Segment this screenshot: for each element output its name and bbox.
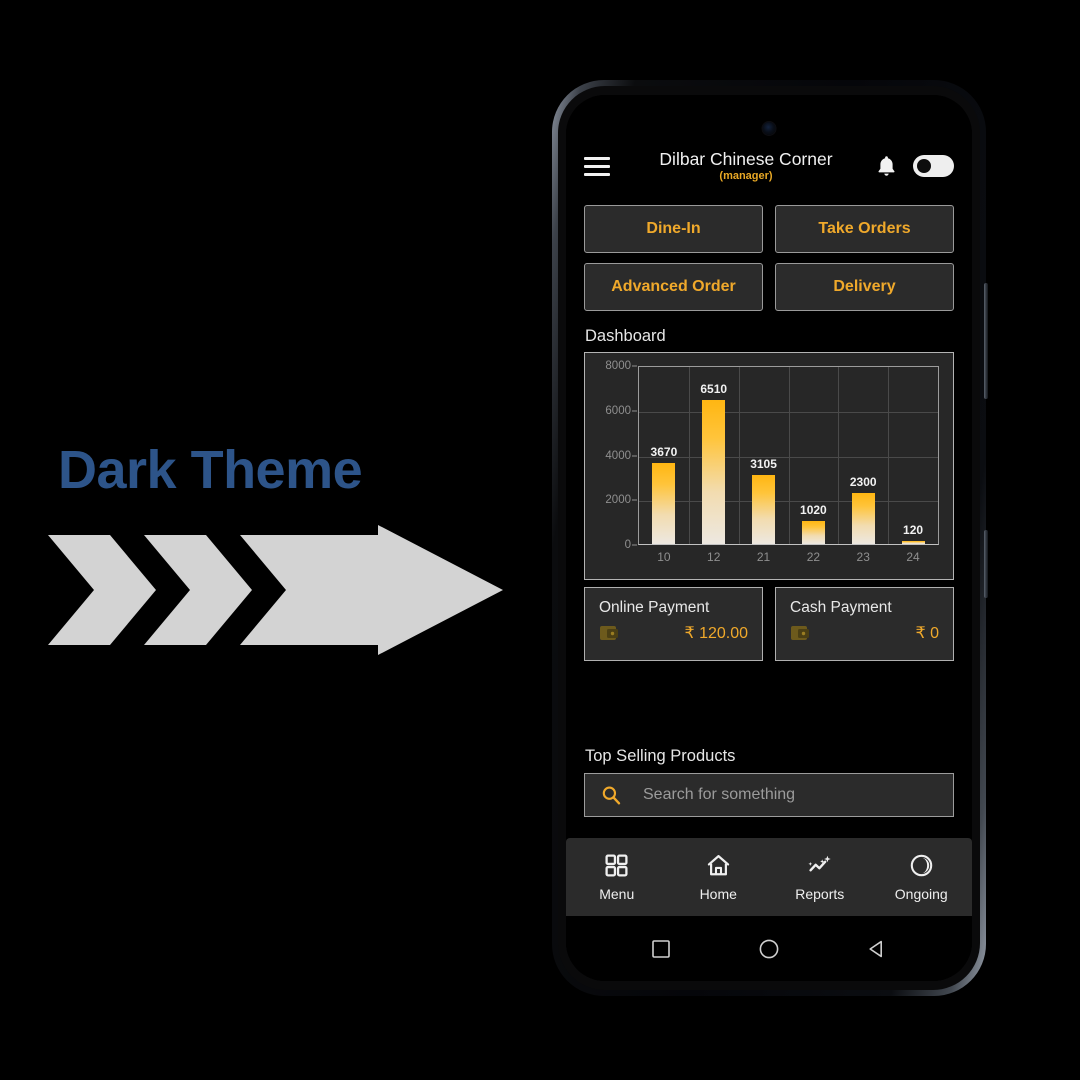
- cash-payment-title: Cash Payment: [790, 599, 892, 616]
- wallet-icon: [600, 625, 618, 640]
- header-title-block: Dilbar Chinese Corner (manager): [610, 148, 876, 183]
- chart-plot-area: 3670 10 6510 12 3105 21 1020 22 2300 23 120 24: [638, 366, 939, 564]
- home-icon: [707, 854, 729, 875]
- payment-summary-cards: Online Payment ₹ 120.00 Cash Payment ₹ 0: [584, 587, 954, 661]
- chart-bar-value-label: 6510: [700, 381, 728, 396]
- phone-screen: Dilbar Chinese Corner (manager) Dine-In …: [566, 95, 972, 981]
- chart-x-tick-label: 10: [657, 550, 671, 564]
- triangle-back-icon[interactable]: [867, 939, 887, 959]
- square-icon[interactable]: [651, 939, 671, 959]
- chart-bar-group: 3105 21: [739, 367, 789, 564]
- online-payment-title: Online Payment: [599, 599, 710, 616]
- nav-item-menu[interactable]: Menu: [566, 853, 668, 902]
- nav-item-reports[interactable]: Reports: [769, 853, 871, 902]
- power-button[interactable]: [984, 530, 988, 598]
- chart-y-tick: [632, 499, 637, 501]
- chart-bar-group: 1020 22: [788, 367, 838, 564]
- app-header: Dilbar Chinese Corner (manager): [566, 140, 972, 192]
- circle-icon[interactable]: [758, 938, 780, 960]
- nav-label-ongoing: Ongoing: [894, 885, 948, 902]
- chart-bar: [652, 462, 676, 544]
- chart-x-tick-label: 12: [707, 550, 721, 564]
- android-system-nav: [566, 916, 972, 981]
- wallet-icon: [791, 625, 809, 640]
- take-orders-button[interactable]: Take Orders: [775, 205, 954, 253]
- chart-y-tick: [632, 410, 637, 412]
- search-icon: [602, 786, 621, 805]
- page-title: Dilbar Chinese Corner: [659, 148, 833, 169]
- chart-bar: [801, 521, 825, 544]
- top-selling-section-label: Top Selling Products: [585, 747, 736, 765]
- delivery-button[interactable]: Delivery: [775, 263, 954, 311]
- chart-x-tick-label: 23: [856, 550, 870, 564]
- chart-x-tick-label: 21: [756, 550, 771, 564]
- phone-mockup: Dilbar Chinese Corner (manager) Dine-In …: [552, 80, 988, 996]
- cash-payment-amount: ₹ 0: [915, 625, 939, 642]
- quick-actions-grid: Dine-In Take Orders Advanced Order Deliv…: [584, 205, 954, 311]
- chart-bar: [702, 399, 726, 544]
- dashboard-section-label: Dashboard: [585, 327, 666, 345]
- nav-item-ongoing[interactable]: Ongoing: [871, 853, 973, 902]
- promo-panel: Dark Theme: [0, 0, 540, 1080]
- arrow-graphic: [48, 525, 503, 655]
- user-role-label: (manager): [719, 170, 773, 183]
- front-camera-icon: [762, 122, 776, 135]
- online-payment-amount: ₹ 120.00: [684, 625, 748, 642]
- dine-in-button[interactable]: Dine-In: [584, 205, 763, 253]
- nav-label-menu: Menu: [599, 885, 635, 902]
- bell-icon[interactable]: [876, 154, 897, 178]
- advanced-order-button[interactable]: Advanced Order: [584, 263, 763, 311]
- chart-y-tick-label: 8000: [605, 360, 631, 372]
- hamburger-icon[interactable]: [584, 156, 610, 176]
- search-bar[interactable]: [584, 773, 954, 817]
- chart-bar: [901, 541, 925, 544]
- chart-y-tick-label: 2000: [605, 494, 631, 507]
- chart-y-tick: [632, 455, 637, 456]
- chart-bar-group: 6510 12: [689, 367, 739, 564]
- chart-bar-value-label: 3105: [750, 457, 777, 472]
- analytics-sparkle-icon: [808, 855, 831, 871]
- chart-x-tick-label: 24: [906, 550, 920, 564]
- header-actions: [876, 154, 954, 178]
- chart-bar: [752, 475, 776, 544]
- promo-headline: Dark Theme: [58, 440, 363, 500]
- grid-icon: [605, 853, 628, 877]
- chart-x-tick-label: 22: [806, 550, 821, 564]
- chart-y-tick-label: 4000: [605, 449, 631, 462]
- chart-bar-value-label: 3670: [650, 444, 678, 459]
- nav-item-home[interactable]: Home: [668, 853, 770, 902]
- volume-button[interactable]: [984, 283, 988, 399]
- chart-y-tick-label: 0: [624, 539, 631, 551]
- chart-bar-value-label: 1020: [800, 503, 827, 518]
- chart-bar-group: 2300 23: [838, 367, 888, 564]
- bottom-navigation-bar: Menu Home Reports Ongoing: [566, 838, 972, 916]
- chart-y-tick-label: 6000: [605, 404, 631, 417]
- chart-bars: 3670 10 6510 12 3105 21 1020 22 2300 23 120 24: [639, 367, 938, 564]
- chart-bar-value-label: 120: [903, 523, 924, 538]
- dashboard-bar-chart: 3670 10 6510 12 3105 21 1020 22 2300 23 120 24 0 200…: [584, 352, 954, 580]
- chart-bar-value-label: 2300: [849, 475, 877, 490]
- chart-bar-group: 120 24: [888, 367, 938, 564]
- search-input[interactable]: [641, 785, 937, 805]
- app-root: Dilbar Chinese Corner (manager) Dine-In …: [566, 95, 972, 981]
- chart-y-tick: [632, 365, 637, 367]
- nav-label-reports: Reports: [795, 885, 845, 902]
- online-payment-card[interactable]: Online Payment ₹ 120.00: [584, 587, 763, 661]
- clock-moon-icon: [910, 854, 932, 876]
- chart-y-tick: [632, 544, 637, 546]
- chart-bar-group: 3670 10: [639, 367, 689, 564]
- cash-payment-card[interactable]: Cash Payment ₹ 0: [775, 587, 954, 661]
- theme-toggle-switch[interactable]: [913, 155, 954, 177]
- nav-label-home: Home: [699, 885, 737, 902]
- chart-bar: [851, 493, 875, 544]
